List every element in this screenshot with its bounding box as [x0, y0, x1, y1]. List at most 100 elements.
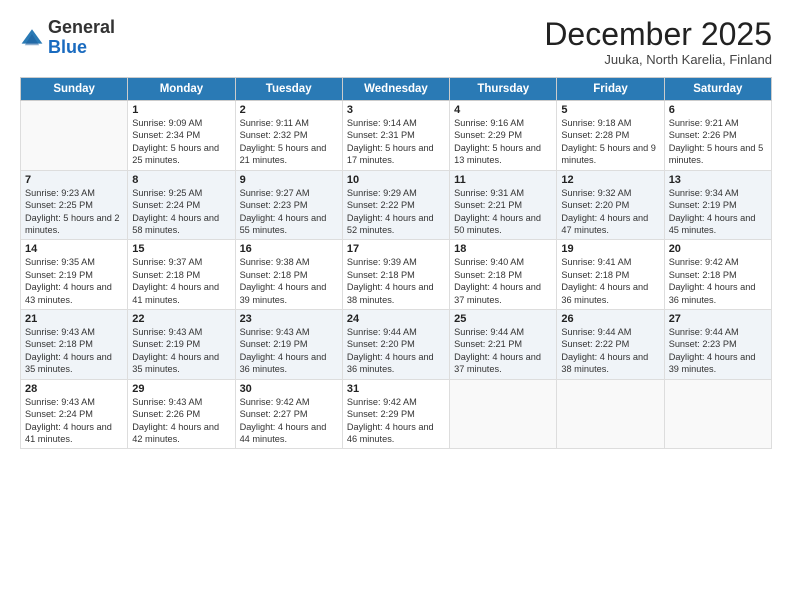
- table-row: 10Sunrise: 9:29 AMSunset: 2:22 PMDayligh…: [342, 170, 449, 240]
- day-number: 22: [132, 313, 230, 325]
- daylight-text: Daylight: 5 hours and 21 minutes.: [240, 143, 327, 165]
- day-info: Sunrise: 9:42 AMSunset: 2:29 PMDaylight:…: [347, 396, 445, 446]
- day-number: 4: [454, 104, 552, 116]
- sunrise-text: Sunrise: 9:18 AM: [561, 118, 631, 128]
- table-row: 5Sunrise: 9:18 AMSunset: 2:28 PMDaylight…: [557, 101, 664, 171]
- table-row: 31Sunrise: 9:42 AMSunset: 2:29 PMDayligh…: [342, 379, 449, 449]
- sunrise-text: Sunrise: 9:23 AM: [25, 188, 95, 198]
- daylight-text: Daylight: 4 hours and 58 minutes.: [132, 213, 219, 235]
- daylight-text: Daylight: 4 hours and 36 minutes.: [240, 352, 327, 374]
- day-number: 16: [240, 243, 338, 255]
- day-number: 14: [25, 243, 123, 255]
- day-info: Sunrise: 9:18 AMSunset: 2:28 PMDaylight:…: [561, 117, 659, 167]
- location-subtitle: Juuka, North Karelia, Finland: [544, 52, 772, 67]
- day-info: Sunrise: 9:43 AMSunset: 2:18 PMDaylight:…: [25, 326, 123, 376]
- daylight-text: Daylight: 4 hours and 39 minutes.: [669, 352, 756, 374]
- day-number: 26: [561, 313, 659, 325]
- day-info: Sunrise: 9:44 AM Sunset: 2:21 PM Daylight:…: [454, 326, 552, 376]
- daylight-text: Daylight: 4 hours and 47 minutes.: [561, 213, 648, 235]
- sunset-text: Sunset: 2:19 PM: [240, 339, 308, 349]
- sunrise-text: Sunrise: 9:16 AM: [454, 118, 524, 128]
- col-tuesday: Tuesday: [235, 78, 342, 101]
- day-number: 18: [454, 243, 552, 255]
- sunrise-text: Sunrise: 9:44 AM: [454, 327, 524, 337]
- sunset-text: Sunset: 2:31 PM: [347, 130, 415, 140]
- calendar-week-row: 1Sunrise: 9:09 AMSunset: 2:34 PMDaylight…: [21, 101, 772, 171]
- day-number: 7: [25, 174, 123, 186]
- table-row: [21, 101, 128, 171]
- sunrise-text: Sunrise: 9:37 AM: [132, 257, 202, 267]
- sunrise-text: Sunrise: 9:43 AM: [132, 327, 202, 337]
- sunrise-text: Sunrise: 9:40 AM: [454, 257, 524, 267]
- daylight-text: Daylight: 4 hours and 38 minutes.: [347, 282, 434, 304]
- calendar-week-row: 7Sunrise: 9:23 AMSunset: 2:25 PMDaylight…: [21, 170, 772, 240]
- sunset-text: Sunset: 2:18 PM: [347, 270, 415, 280]
- sunset-text: Sunset: 2:27 PM: [240, 409, 308, 419]
- day-info: Sunrise: 9:43 AMSunset: 2:24 PMDaylight:…: [25, 396, 123, 446]
- day-number: 12: [561, 174, 659, 186]
- day-number: 19: [561, 243, 659, 255]
- table-row: 27Sunrise: 9:44 AMSunset: 2:23 PMDayligh…: [664, 310, 771, 380]
- day-info: Sunrise: 9:23 AMSunset: 2:25 PMDaylight:…: [25, 187, 123, 237]
- table-row: 14Sunrise: 9:35 AMSunset: 2:19 PMDayligh…: [21, 240, 128, 310]
- day-info: Sunrise: 9:40 AMSunset: 2:18 PMDaylight:…: [454, 256, 552, 306]
- table-row: 6Sunrise: 9:21 AMSunset: 2:26 PMDaylight…: [664, 101, 771, 171]
- table-row: 23Sunrise: 9:43 AMSunset: 2:19 PMDayligh…: [235, 310, 342, 380]
- sunset-text: Sunset: 2:18 PM: [669, 270, 737, 280]
- daylight-text: Daylight: 4 hours and 52 minutes.: [347, 213, 434, 235]
- day-info: Sunrise: 9:09 AMSunset: 2:34 PMDaylight:…: [132, 117, 230, 167]
- sunset-text: Sunset: 2:22 PM: [347, 200, 415, 210]
- sunset-text: Sunset: 2:28 PM: [561, 130, 629, 140]
- daylight-text: Daylight: 4 hours and 35 minutes.: [25, 352, 112, 374]
- sunrise-text: Sunrise: 9:29 AM: [347, 188, 417, 198]
- daylight-text: Daylight: 4 hours and 46 minutes.: [347, 422, 434, 444]
- day-number: 28: [25, 383, 123, 395]
- table-row: 20Sunrise: 9:42 AMSunset: 2:18 PMDayligh…: [664, 240, 771, 310]
- daylight-text: Daylight: 4 hours and 45 minutes.: [669, 213, 756, 235]
- day-number: 21: [25, 313, 123, 325]
- sunset-text: Sunset: 2:18 PM: [561, 270, 629, 280]
- table-row: 7Sunrise: 9:23 AMSunset: 2:25 PMDaylight…: [21, 170, 128, 240]
- day-number: 30: [240, 383, 338, 395]
- daylight-text: Daylight: 5 hours and 17 minutes.: [347, 143, 434, 165]
- table-row: 25 Sunrise: 9:44 AM Sunset: 2:21 PM Dayligh…: [450, 310, 557, 380]
- sunset-text: Sunset: 2:26 PM: [132, 409, 200, 419]
- table-row: 22Sunrise: 9:43 AMSunset: 2:19 PMDayligh…: [128, 310, 235, 380]
- col-sunday: Sunday: [21, 78, 128, 101]
- table-row: 16Sunrise: 9:38 AMSunset: 2:18 PMDayligh…: [235, 240, 342, 310]
- day-number: 24: [347, 313, 445, 325]
- day-number: 9: [240, 174, 338, 186]
- sunrise-text: Sunrise: 9:21 AM: [669, 118, 739, 128]
- daylight-text: Daylight: 4 hours and 37 minutes.: [454, 352, 541, 374]
- sunset-text: Sunset: 2:23 PM: [240, 200, 308, 210]
- month-title: December 2025: [544, 18, 772, 50]
- day-info: Sunrise: 9:32 AMSunset: 2:20 PMDaylight:…: [561, 187, 659, 237]
- day-info: Sunrise: 9:21 AMSunset: 2:26 PMDaylight:…: [669, 117, 767, 167]
- sunrise-text: Sunrise: 9:09 AM: [132, 118, 202, 128]
- day-number: 11: [454, 174, 552, 186]
- sunrise-text: Sunrise: 9:38 AM: [240, 257, 310, 267]
- sunset-text: Sunset: 2:32 PM: [240, 130, 308, 140]
- daylight-text: Daylight: 4 hours and 38 minutes.: [561, 352, 648, 374]
- logo-text: General Blue: [48, 18, 115, 58]
- col-monday: Monday: [128, 78, 235, 101]
- calendar-header-row: Sunday Monday Tuesday Wednesday Thursday…: [21, 78, 772, 101]
- table-row: 13Sunrise: 9:34 AMSunset: 2:19 PMDayligh…: [664, 170, 771, 240]
- logo-general: General: [48, 17, 115, 37]
- table-row: [557, 379, 664, 449]
- day-number: 3: [347, 104, 445, 116]
- header: General Blue December 2025 Juuka, North …: [20, 18, 772, 67]
- sunset-text: Sunset: 2:21 PM: [454, 339, 522, 349]
- sunrise-text: Sunrise: 9:35 AM: [25, 257, 95, 267]
- sunset-text: Sunset: 2:23 PM: [669, 339, 737, 349]
- daylight-text: Daylight: 4 hours and 55 minutes.: [240, 213, 327, 235]
- day-number: 25: [454, 313, 552, 325]
- daylight-text: Daylight: 4 hours and 37 minutes.: [454, 282, 541, 304]
- table-row: [450, 379, 557, 449]
- day-info: Sunrise: 9:11 AMSunset: 2:32 PMDaylight:…: [240, 117, 338, 167]
- daylight-text: Daylight: 4 hours and 36 minutes.: [347, 352, 434, 374]
- table-row: 4Sunrise: 9:16 AMSunset: 2:29 PMDaylight…: [450, 101, 557, 171]
- daylight-text: Daylight: 4 hours and 36 minutes.: [561, 282, 648, 304]
- day-info: Sunrise: 9:27 AMSunset: 2:23 PMDaylight:…: [240, 187, 338, 237]
- day-info: Sunrise: 9:29 AM Sunset: 2:22 PM Daylight:…: [347, 187, 445, 237]
